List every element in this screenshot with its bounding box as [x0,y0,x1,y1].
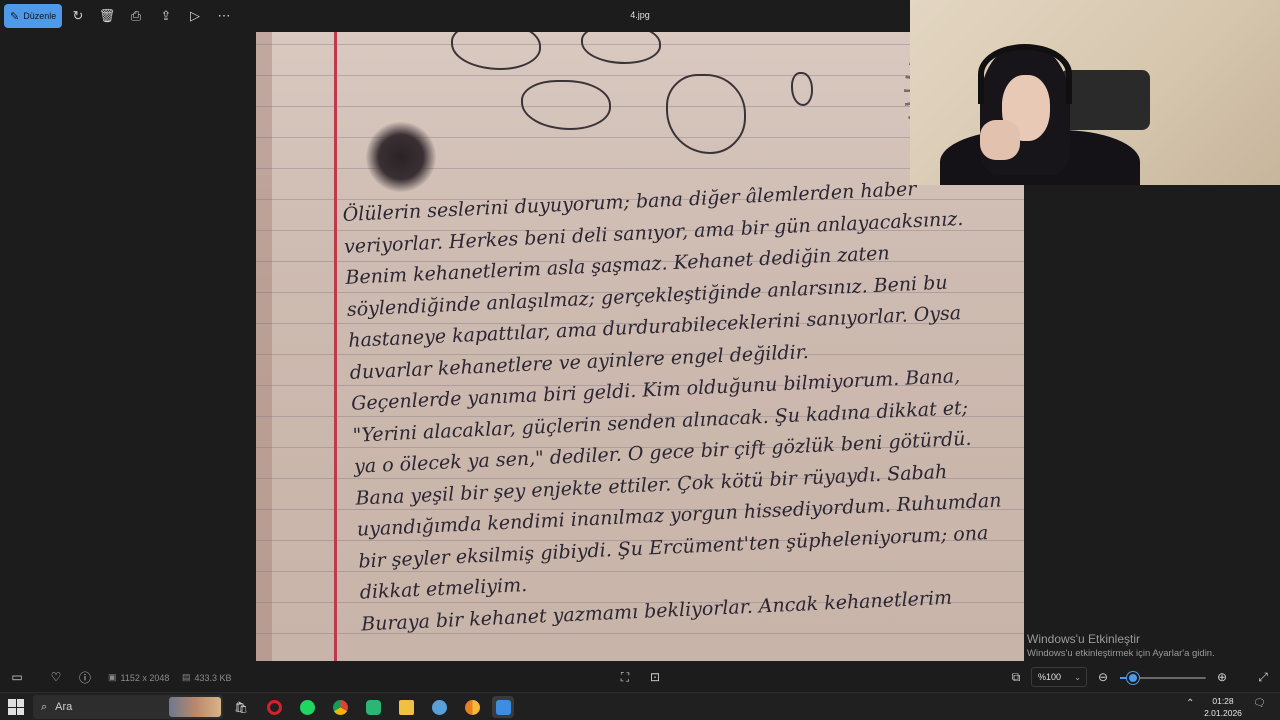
image-dimensions: ▣ 1152 x 2048 [108,672,169,683]
dimensions-value: 1152 x 2048 [120,672,170,683]
windows-taskbar: ⌕ Ara 🛍 ⌃ 01:28 2.01.2026 🗨 [0,692,1280,720]
zoom-select[interactable]: %100 ⌄ [1031,667,1087,687]
person-hand [980,120,1020,160]
taskbar-clock[interactable]: 01:28 2.01.2026 [1200,695,1246,719]
slideshow-icon[interactable]: ▷ [185,6,205,26]
clock-time: 01:28 [1212,696,1234,706]
taskbar-search[interactable]: ⌕ Ara [33,695,223,719]
settings-icon[interactable] [428,696,450,718]
more-icon[interactable]: ⋯ [214,6,234,26]
zoom-slider-thumb[interactable] [1126,672,1139,684]
cloud-doodle [451,32,541,70]
headset [978,44,1072,104]
zoom-value: %100 [1038,672,1062,682]
bottom-info-bar: ▭ ♡ ⓘ ▣ 1152 x 2048 ▤ 433.3 KB ⛶ ⊡ ⧉ %10… [0,662,1280,692]
dimensions-icon: ▣ [108,672,117,682]
fit-window-icon[interactable]: ⧉ [1008,669,1024,685]
print-icon[interactable]: ⎙ [126,6,146,26]
notebook-binding [256,32,272,661]
clock-date: 2.01.2026 [1204,708,1242,718]
chrome-icon[interactable] [329,696,351,718]
search-placeholder: Ara [55,701,73,713]
file-explorer-icon[interactable] [395,696,417,718]
cloud-doodle [666,74,746,154]
edit-button[interactable]: ✎ Düzenle [4,4,62,28]
actual-size-icon[interactable]: ⊡ [647,669,663,685]
fullscreen-icon[interactable]: ⤢ [1255,669,1271,685]
photos-icon[interactable] [492,696,514,718]
file-size: ▤ 433.3 KB [182,672,232,683]
file-size-value: 433.3 KB [194,672,232,683]
webcam-overlay [910,0,1280,185]
activation-title: Windows'u Etkinleştir [1027,632,1140,646]
activation-subtitle: Windows'u etkinleştirmek için Ayarlar'a … [1027,648,1215,659]
zoom-slider[interactable] [1120,672,1206,684]
chevron-down-icon: ⌄ [1074,672,1081,682]
edit-button-label: Düzenle [23,11,57,21]
activation-watermark: Windows'u Etkinleştir Windows'u etkinleş… [1027,632,1267,659]
handwritten-text: Ölülerin seslerini duyuyorum; bana diğer… [342,169,1024,640]
rotate-icon[interactable]: ↻ [68,6,88,26]
photo-viewer-image[interactable]: Ölülerin seslerini duyuyorum; bana diğer… [256,32,1024,661]
cloud-doodle [521,80,611,130]
favorite-icon[interactable]: ♡ [48,669,64,685]
file-title: 4.jpg [630,10,650,20]
search-icon: ⌕ [41,700,48,713]
zoom-in-icon[interactable]: ⊕ [1214,669,1230,685]
start-button[interactable] [8,699,24,715]
margin-line [334,32,337,661]
file-size-icon: ▤ [182,672,191,682]
terminal-icon[interactable] [362,696,384,718]
opera-icon[interactable] [263,696,285,718]
ink-blot [366,122,436,192]
chevron-up-icon[interactable]: ⌃ [1186,698,1194,709]
filmstrip-icon[interactable]: ▭ [9,669,25,685]
spotify-icon[interactable] [296,696,318,718]
chair [1060,70,1150,130]
notification-icon[interactable]: 🗨 [1253,698,1266,709]
store-icon[interactable]: 🛍 [230,696,252,718]
search-highlight-image [169,697,221,717]
drop-doodle [791,72,813,106]
share-icon[interactable]: ⇪ [156,6,176,26]
cloud-doodle [581,32,661,64]
chrome-canary-icon[interactable] [461,696,483,718]
fit-screen-icon[interactable]: ⛶ [617,669,633,685]
info-icon[interactable]: ⓘ [77,669,93,685]
zoom-out-icon[interactable]: ⊖ [1095,669,1111,685]
delete-icon[interactable]: 🗑 [97,6,117,26]
edit-icon: ✎ [10,10,20,23]
